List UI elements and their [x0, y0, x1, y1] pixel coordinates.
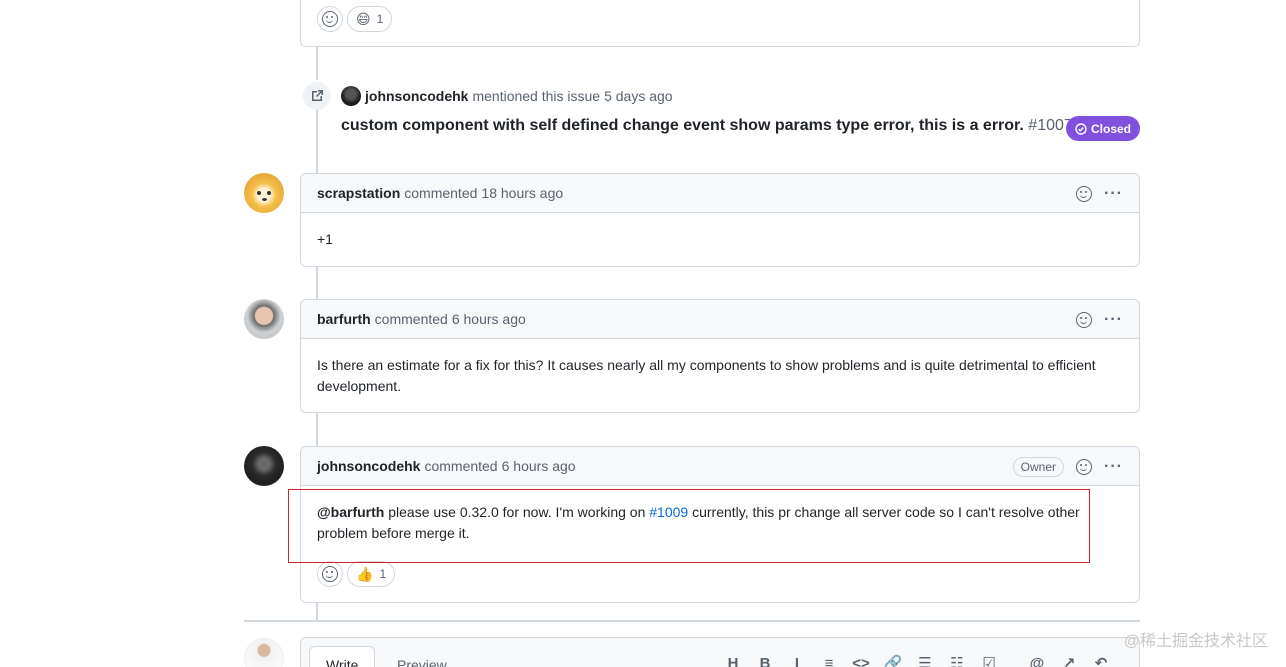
- bold-icon[interactable]: B: [749, 655, 781, 667]
- timeline-line: [316, 108, 318, 174]
- reaction-pill[interactable]: 👍 1: [347, 561, 396, 587]
- mention-icon[interactable]: @: [1021, 655, 1053, 667]
- reference-icon[interactable]: ↗: [1053, 654, 1085, 667]
- tab-write[interactable]: Write: [309, 646, 376, 667]
- pr-link[interactable]: #1009: [649, 504, 688, 520]
- comment-text-part1: please use 0.32.0 for now. I'm working o…: [388, 504, 646, 520]
- closed-status-badge: Closed: [1066, 116, 1140, 141]
- tab-preview[interactable]: Preview: [397, 657, 447, 667]
- avatar-current-user[interactable]: [244, 638, 284, 667]
- referenced-issue-title[interactable]: custom component with self defined chang…: [341, 117, 1024, 134]
- laugh-emoji-icon: 😄: [356, 11, 371, 27]
- comment-card: johnsoncodehk commented 6 hours ago Owne…: [300, 446, 1140, 603]
- more-options-icon[interactable]: ···: [1104, 458, 1123, 475]
- unordered-list-icon[interactable]: ☰: [909, 654, 941, 667]
- comment-action: commented: [374, 311, 448, 327]
- user-mention-link[interactable]: @barfurth: [317, 504, 384, 520]
- comment-card: barfurth commented 6 hours ago ··· Is th…: [300, 299, 1140, 413]
- smiley-icon: [322, 566, 338, 582]
- timeline-line: [316, 266, 318, 300]
- add-reaction-icon[interactable]: [1076, 185, 1093, 202]
- comment-time[interactable]: 6 hours ago: [452, 311, 526, 327]
- comment-body: @barfurth please use 0.32.0 for now. I'm…: [301, 486, 1101, 560]
- mention-event-row: johnsoncodehk mentioned this issue 5 day…: [341, 86, 673, 106]
- watermark-text: @稀土掘金技术社区: [1123, 633, 1268, 650]
- add-reaction-button[interactable]: [317, 561, 343, 587]
- reaction-count: 1: [379, 567, 387, 581]
- avatar-barfurth[interactable]: [244, 299, 284, 339]
- mention-avatar[interactable]: [341, 86, 361, 106]
- comment-card: scrapstation commented 18 hours ago ··· …: [300, 173, 1140, 267]
- add-reaction-icon[interactable]: [1076, 311, 1093, 328]
- comment-time[interactable]: 18 hours ago: [481, 185, 563, 201]
- comment-body: +1: [317, 231, 333, 247]
- closed-status-label: Closed: [1090, 121, 1131, 136]
- avatar-johnsoncodehk[interactable]: [244, 446, 284, 486]
- reaction-pill[interactable]: 😄 1: [347, 6, 393, 32]
- mention-action: mentioned this issue: [472, 88, 601, 104]
- reaction-count: 1: [376, 12, 384, 26]
- more-options-icon[interactable]: ···: [1104, 311, 1123, 328]
- avatar-scrapstation[interactable]: [244, 173, 284, 213]
- comment-body: Is there an estimate for a fix for this?…: [317, 357, 1096, 394]
- undo-icon[interactable]: ↶: [1085, 654, 1117, 667]
- reaction-row: 😄 1: [317, 6, 393, 32]
- reaction-row: 👍 1: [317, 561, 396, 587]
- timeline-line: [316, 413, 318, 447]
- add-reaction-icon[interactable]: [1076, 458, 1093, 475]
- smiley-icon: [322, 11, 338, 27]
- add-reaction-button[interactable]: [317, 6, 343, 32]
- comment-author-link[interactable]: scrapstation: [317, 185, 400, 201]
- timeline-divider: [244, 620, 1140, 622]
- link-icon[interactable]: 🔗: [877, 654, 909, 667]
- owner-badge: Owner: [1012, 456, 1065, 477]
- thumbs-up-emoji-icon: 👍: [356, 566, 374, 582]
- timeline-line: [316, 602, 318, 620]
- ordered-list-icon[interactable]: ☷: [941, 654, 973, 667]
- referenced-issue: custom component with self defined chang…: [341, 117, 1073, 135]
- comment-author-link[interactable]: barfurth: [317, 311, 371, 327]
- comment-editor: Write Preview H B I ≡ <> 🔗 ☰ ☷ ☑ @ ↗ ↶: [300, 637, 1140, 667]
- code-icon[interactable]: <>: [845, 655, 877, 667]
- mention-time[interactable]: 5 days ago: [604, 88, 673, 104]
- more-options-icon[interactable]: ···: [1104, 185, 1123, 202]
- mention-username-link[interactable]: johnsoncodehk: [365, 88, 468, 104]
- comment-header: barfurth commented 6 hours ago ···: [301, 300, 1139, 339]
- italic-icon[interactable]: I: [781, 655, 813, 667]
- comment-action: commented: [424, 458, 498, 474]
- previous-comment-card: 😄 1: [300, 0, 1140, 47]
- comment-action: commented: [404, 185, 478, 201]
- comment-header: johnsoncodehk commented 6 hours ago Owne…: [301, 447, 1139, 486]
- cross-reference-icon: [303, 82, 331, 110]
- comment-time[interactable]: 6 hours ago: [502, 458, 576, 474]
- heading-icon[interactable]: H: [717, 655, 749, 667]
- editor-header: Write Preview H B I ≡ <> 🔗 ☰ ☷ ☑ @ ↗ ↶: [301, 638, 1139, 667]
- quote-icon[interactable]: ≡: [813, 655, 845, 667]
- comment-header: scrapstation commented 18 hours ago ···: [301, 174, 1139, 213]
- markdown-toolbar: H B I ≡ <> 🔗 ☰ ☷ ☑ @ ↗ ↶: [717, 654, 1117, 667]
- check-circle-icon: [1075, 122, 1087, 135]
- task-list-icon[interactable]: ☑: [973, 654, 1005, 667]
- comment-author-link[interactable]: johnsoncodehk: [317, 458, 420, 474]
